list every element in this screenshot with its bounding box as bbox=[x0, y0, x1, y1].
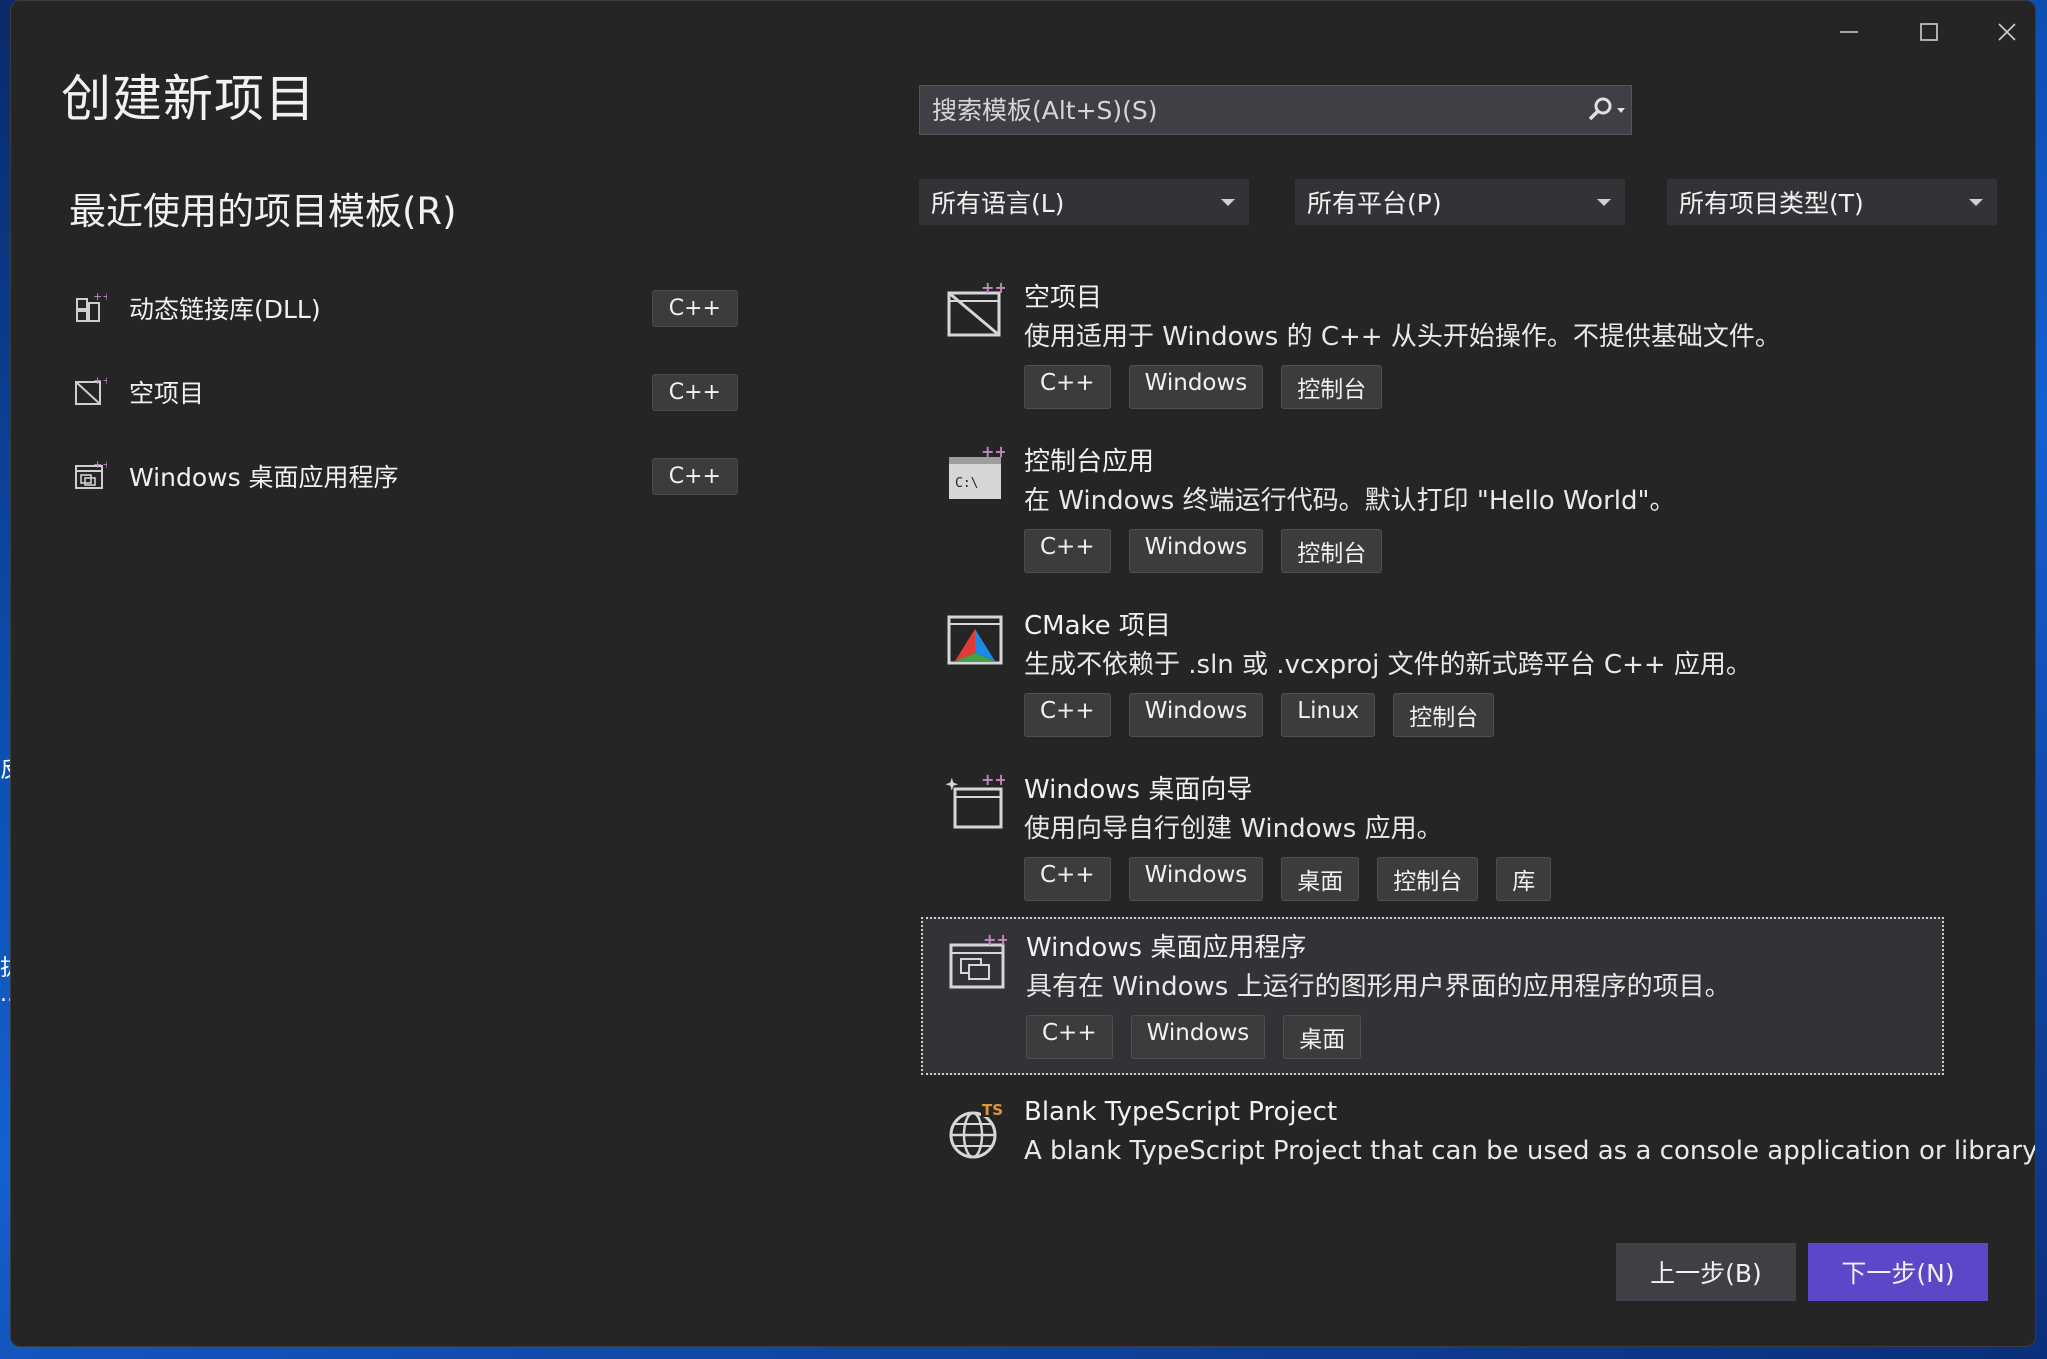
template-item-cmake[interactable]: CMake 项目 生成不依赖于 .sln 或 .vcxproj 文件的新式跨平台… bbox=[921, 597, 1944, 747]
maximize-button[interactable] bbox=[1899, 9, 1959, 55]
template-name: 控制台应用 bbox=[1024, 447, 1155, 477]
template-description: 使用适用于 Windows 的 C++ 从头开始操作。不提供基础文件。 bbox=[1024, 322, 1781, 352]
recent-templates-heading: 最近使用的项目模板(R) bbox=[69, 190, 457, 233]
language-chip: C++ bbox=[651, 457, 738, 495]
project-type-filter[interactable]: 所有项目类型(T) bbox=[1667, 179, 1997, 225]
desktop-wizard-icon: ++ bbox=[945, 773, 1005, 829]
platform-filter-label: 所有平台(P) bbox=[1307, 189, 1442, 218]
language-filter[interactable]: 所有语言(L) bbox=[919, 179, 1249, 225]
tag: 控制台 bbox=[1393, 693, 1495, 737]
svg-text:++: ++ bbox=[981, 281, 1005, 297]
tag: C++ bbox=[1024, 693, 1111, 737]
tag: 控制台 bbox=[1281, 529, 1383, 573]
svg-text:++: ++ bbox=[981, 445, 1005, 461]
empty-project-icon: ++ bbox=[947, 281, 1005, 337]
recent-item-empty-project[interactable]: ++ 空项目 C++ bbox=[73, 367, 738, 417]
template-tags: C++ Windows 控制台 bbox=[1024, 529, 1383, 573]
tag: 控制台 bbox=[1377, 857, 1479, 901]
template-tags: C++ Windows 桌面 bbox=[1026, 1015, 1362, 1059]
chevron-down-icon bbox=[1969, 198, 1983, 206]
template-item-console-app[interactable]: C:\ ++ 控制台应用 在 Windows 终端运行代码。默认打印 "Hell… bbox=[921, 433, 1944, 583]
recent-item-dll[interactable]: ++ 动态链接库(DLL) C++ bbox=[73, 283, 738, 333]
tag: Windows bbox=[1130, 1015, 1266, 1059]
svg-text:++: ++ bbox=[93, 375, 107, 387]
template-name: Windows 桌面应用程序 bbox=[1026, 933, 1307, 963]
recent-item-label: Windows 桌面应用程序 bbox=[129, 463, 399, 492]
recent-item-desktop-app[interactable]: ++ Windows 桌面应用程序 C++ bbox=[73, 451, 738, 501]
empty-project-icon: ++ bbox=[75, 375, 107, 405]
template-name: Windows 桌面向导 bbox=[1024, 775, 1253, 805]
chevron-down-icon bbox=[1597, 198, 1611, 206]
create-project-dialog: 创建新项目 最近使用的项目模板(R) ++ 动态链接库(DLL) C++ ++ … bbox=[10, 0, 2036, 1347]
template-description: A blank TypeScript Project that can be u… bbox=[1024, 1136, 2036, 1166]
dll-icon: ++ bbox=[76, 291, 107, 322]
desktop-app-icon: ++ bbox=[949, 933, 1007, 989]
maximize-icon bbox=[1920, 23, 1938, 41]
svg-text:++: ++ bbox=[93, 459, 107, 471]
template-tags: C++ Windows 控制台 bbox=[1024, 365, 1383, 409]
template-name: CMake 项目 bbox=[1024, 611, 1171, 641]
svg-text:TS: TS bbox=[982, 1101, 1003, 1119]
template-description: 生成不依赖于 .sln 或 .vcxproj 文件的新式跨平台 C++ 应用。 bbox=[1024, 650, 1752, 680]
recent-item-label: 空项目 bbox=[129, 379, 205, 408]
tag: C++ bbox=[1024, 857, 1111, 901]
page-title: 创建新项目 bbox=[61, 70, 316, 128]
svg-text:++: ++ bbox=[981, 773, 1005, 789]
template-description: 具有在 Windows 上运行的图形用户界面的应用程序的项目。 bbox=[1026, 972, 1731, 1002]
back-button[interactable]: 上一步(B) bbox=[1616, 1243, 1796, 1301]
tag: 桌面 bbox=[1281, 857, 1360, 901]
language-chip: C++ bbox=[651, 289, 738, 327]
project-type-filter-label: 所有项目类型(T) bbox=[1679, 189, 1864, 218]
svg-text:++: ++ bbox=[93, 291, 107, 303]
tag: Windows bbox=[1128, 529, 1264, 573]
svg-text:C:\: C:\ bbox=[955, 476, 978, 491]
recent-item-label: 动态链接库(DLL) bbox=[129, 295, 321, 324]
close-button[interactable] bbox=[1977, 9, 2035, 55]
template-item-desktop-wizard[interactable]: ++ Windows 桌面向导 使用向导自行创建 Windows 应用。 C++… bbox=[921, 761, 1944, 911]
minimize-icon bbox=[1840, 31, 1858, 33]
next-button[interactable]: 下一步(N) bbox=[1808, 1243, 1988, 1301]
cmake-icon bbox=[947, 615, 1003, 665]
typescript-globe-icon: TS bbox=[949, 1101, 1005, 1159]
desktop-app-icon: ++ bbox=[75, 459, 107, 489]
tag: Windows bbox=[1128, 365, 1264, 409]
template-description: 在 Windows 终端运行代码。默认打印 "Hello World"。 bbox=[1024, 486, 1676, 516]
tag: Windows bbox=[1128, 857, 1264, 901]
tag: C++ bbox=[1026, 1015, 1113, 1059]
template-item-empty-project[interactable]: ++ 空项目 使用适用于 Windows 的 C++ 从头开始操作。不提供基础文… bbox=[921, 269, 1944, 419]
template-tags: C++ Windows 桌面 控制台 库 bbox=[1024, 857, 1552, 901]
platform-filter[interactable]: 所有平台(P) bbox=[1295, 179, 1625, 225]
search-box[interactable] bbox=[919, 85, 1632, 135]
tag: C++ bbox=[1024, 529, 1111, 573]
language-filter-label: 所有语言(L) bbox=[931, 189, 1065, 218]
template-name: Blank TypeScript Project bbox=[1024, 1097, 1338, 1127]
template-description: 使用向导自行创建 Windows 应用。 bbox=[1024, 814, 1443, 844]
search-input[interactable] bbox=[930, 94, 1581, 126]
tag: 桌面 bbox=[1283, 1015, 1362, 1059]
template-tags: C++ Windows Linux 控制台 bbox=[1024, 693, 1495, 737]
minimize-button[interactable] bbox=[1819, 9, 1879, 55]
language-chip: C++ bbox=[651, 373, 738, 411]
template-item-desktop-app[interactable]: ++ Windows 桌面应用程序 具有在 Windows 上运行的图形用户界面… bbox=[921, 917, 1944, 1075]
tag: Windows bbox=[1128, 693, 1264, 737]
tag: 库 bbox=[1496, 857, 1552, 901]
tag: C++ bbox=[1024, 365, 1111, 409]
tag: 控制台 bbox=[1281, 365, 1383, 409]
svg-text:++: ++ bbox=[983, 933, 1007, 949]
close-icon bbox=[1998, 23, 2016, 41]
chevron-down-icon bbox=[1221, 198, 1235, 206]
tag: Linux bbox=[1281, 693, 1376, 737]
search-icon[interactable] bbox=[1581, 95, 1631, 125]
template-item-blank-typescript[interactable]: TS Blank TypeScript Project A blank Type… bbox=[921, 1089, 2035, 1199]
template-name: 空项目 bbox=[1024, 283, 1103, 313]
console-app-icon: C:\ ++ bbox=[949, 445, 1005, 499]
